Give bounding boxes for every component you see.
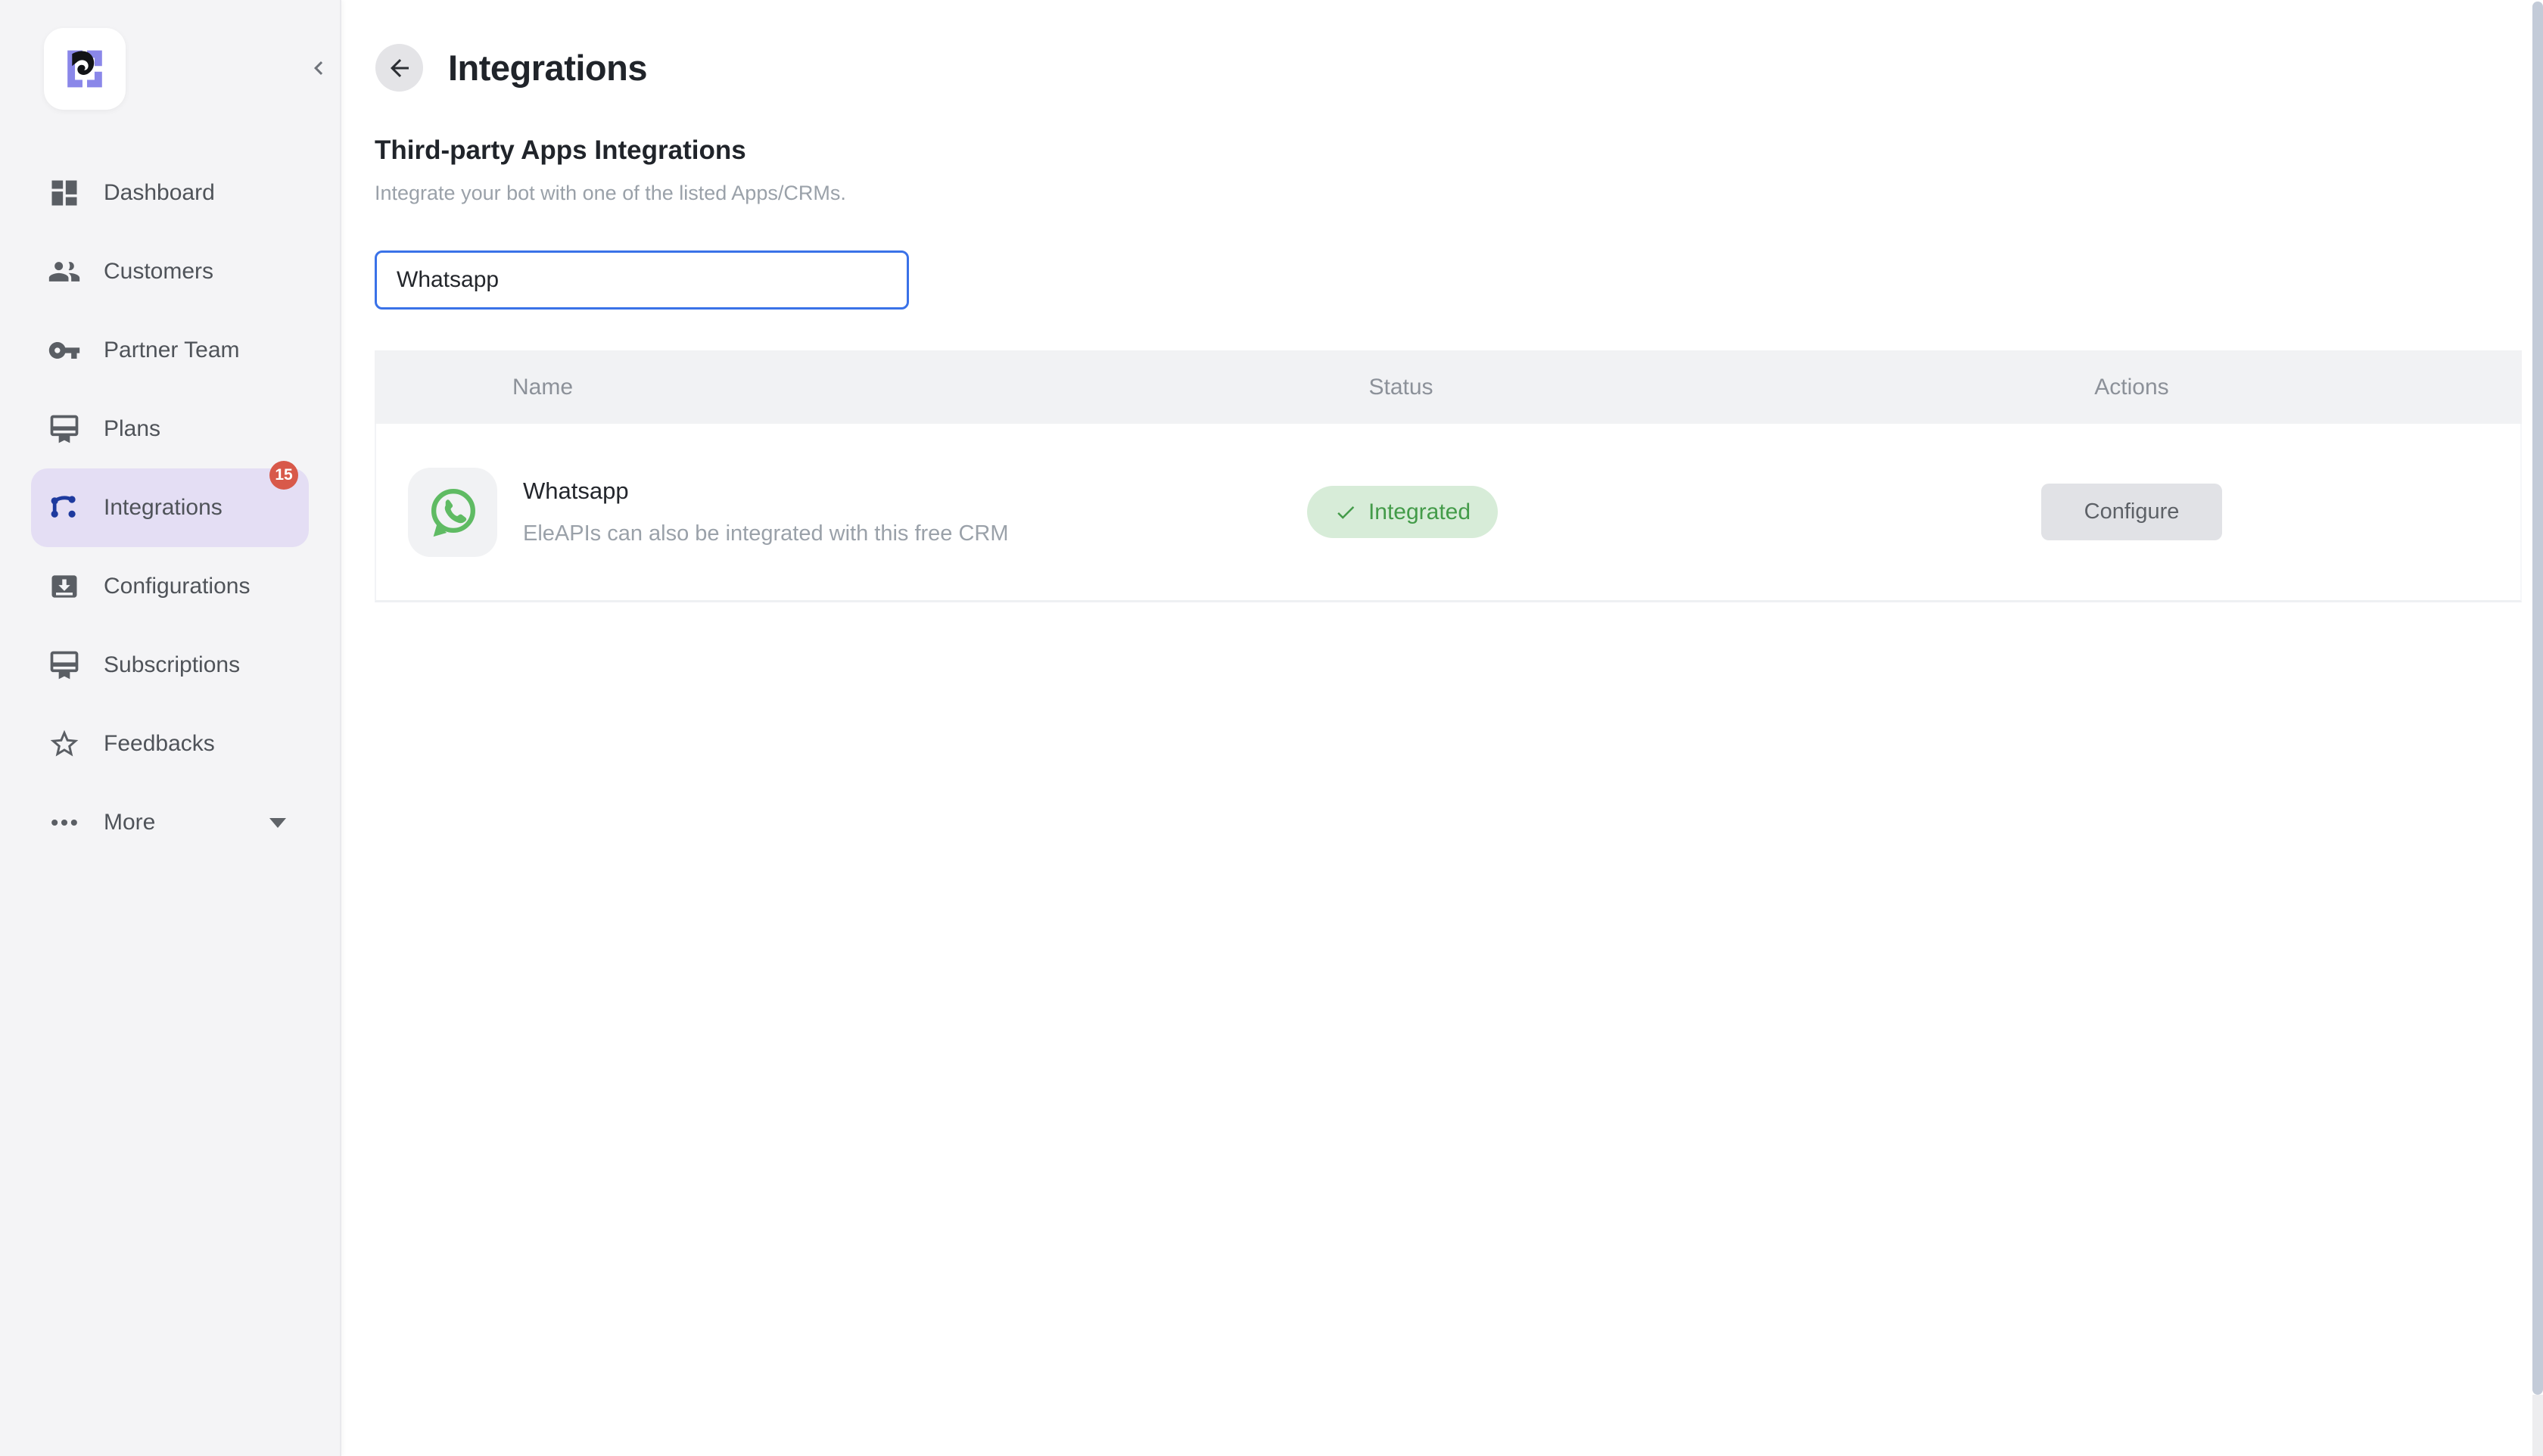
page-title: Integrations (448, 47, 647, 89)
sidebar-nav: Dashboard Customers Partner Team Plans (31, 154, 309, 862)
integrations-table: Name Status Actions (375, 350, 2522, 602)
sidebar: Dashboard Customers Partner Team Plans (0, 0, 341, 1456)
sidebar-item-subscriptions[interactable]: Subscriptions (31, 626, 309, 705)
section-subtitle: Integrate your bot with one of the liste… (375, 182, 2543, 205)
column-header-actions: Actions (1742, 375, 2522, 400)
section-title: Third-party Apps Integrations (375, 135, 2543, 166)
integrations-icon (47, 490, 82, 525)
chevron-left-icon (305, 54, 332, 82)
configure-button[interactable]: Configure (2041, 484, 2222, 540)
sidebar-item-label: Dashboard (104, 180, 215, 206)
sidebar-collapse-button[interactable] (303, 53, 334, 83)
customers-icon (47, 254, 82, 289)
sidebar-item-partner-team[interactable]: Partner Team (31, 311, 309, 390)
sidebar-item-dashboard[interactable]: Dashboard (31, 154, 309, 232)
scrollbar-track (2532, 1395, 2543, 1456)
sidebar-item-integrations[interactable]: Integrations 15 (31, 468, 309, 547)
configurations-icon (47, 569, 82, 604)
key-icon (47, 333, 82, 368)
status-cell: Integrated (1062, 486, 1743, 538)
content-area: Third-party Apps Integrations Integrate … (341, 135, 2543, 602)
app-description: EleAPIs can also be integrated with this… (523, 521, 1009, 546)
app-window: Dashboard Customers Partner Team Plans (0, 0, 2543, 1456)
sidebar-item-feedbacks[interactable]: Feedbacks (31, 705, 309, 783)
table-body: Whatsapp EleAPIs can also be integrated … (375, 424, 2522, 602)
table-row: Whatsapp EleAPIs can also be integrated … (376, 424, 2520, 600)
sidebar-item-label: Customers (104, 259, 213, 285)
sidebar-item-label: Plans (104, 416, 160, 442)
status-badge: Integrated (1307, 486, 1498, 538)
whatsapp-icon (408, 468, 497, 557)
check-icon (1334, 501, 1357, 524)
brand-logo-icon (56, 40, 114, 98)
table-header-row: Name Status Actions (375, 350, 2522, 424)
sidebar-item-label: Feedbacks (104, 731, 215, 757)
main-content: Integrations Third-party Apps Integratio… (341, 0, 2543, 1456)
actions-cell: Configure (1743, 484, 2520, 540)
ellipsis-icon (47, 805, 82, 840)
app-text-block: Whatsapp EleAPIs can also be integrated … (523, 478, 1009, 546)
scrollbar-thumb[interactable] (2532, 2, 2543, 1395)
sidebar-item-more[interactable]: More (31, 783, 309, 862)
app-name: Whatsapp (523, 478, 1009, 505)
sidebar-item-plans[interactable]: Plans (31, 390, 309, 468)
column-header-status: Status (1060, 375, 1742, 400)
column-header-name: Name (375, 375, 1060, 400)
integrations-count-badge: 15 (269, 461, 298, 490)
page-header: Integrations (341, 0, 2543, 92)
sidebar-item-configurations[interactable]: Configurations (31, 547, 309, 626)
brand-logo[interactable] (44, 28, 126, 110)
sidebar-item-label: Partner Team (104, 338, 240, 363)
chevron-down-icon (269, 818, 286, 828)
status-badge-label: Integrated (1368, 499, 1471, 525)
plans-icon (47, 412, 82, 446)
sidebar-item-label: Configurations (104, 574, 250, 599)
star-icon (47, 726, 82, 761)
page-scrollbar (2532, 0, 2543, 1456)
sidebar-item-customers[interactable]: Customers (31, 232, 309, 311)
sidebar-item-label: Subscriptions (104, 652, 240, 678)
search-input[interactable] (375, 250, 909, 310)
back-button[interactable] (375, 44, 423, 92)
subscriptions-icon (47, 648, 82, 683)
sidebar-item-label: Integrations (104, 495, 223, 521)
sidebar-item-label: More (104, 810, 155, 835)
arrow-left-icon (386, 54, 413, 82)
dashboard-icon (47, 176, 82, 210)
name-cell: Whatsapp EleAPIs can also be integrated … (376, 468, 1062, 557)
